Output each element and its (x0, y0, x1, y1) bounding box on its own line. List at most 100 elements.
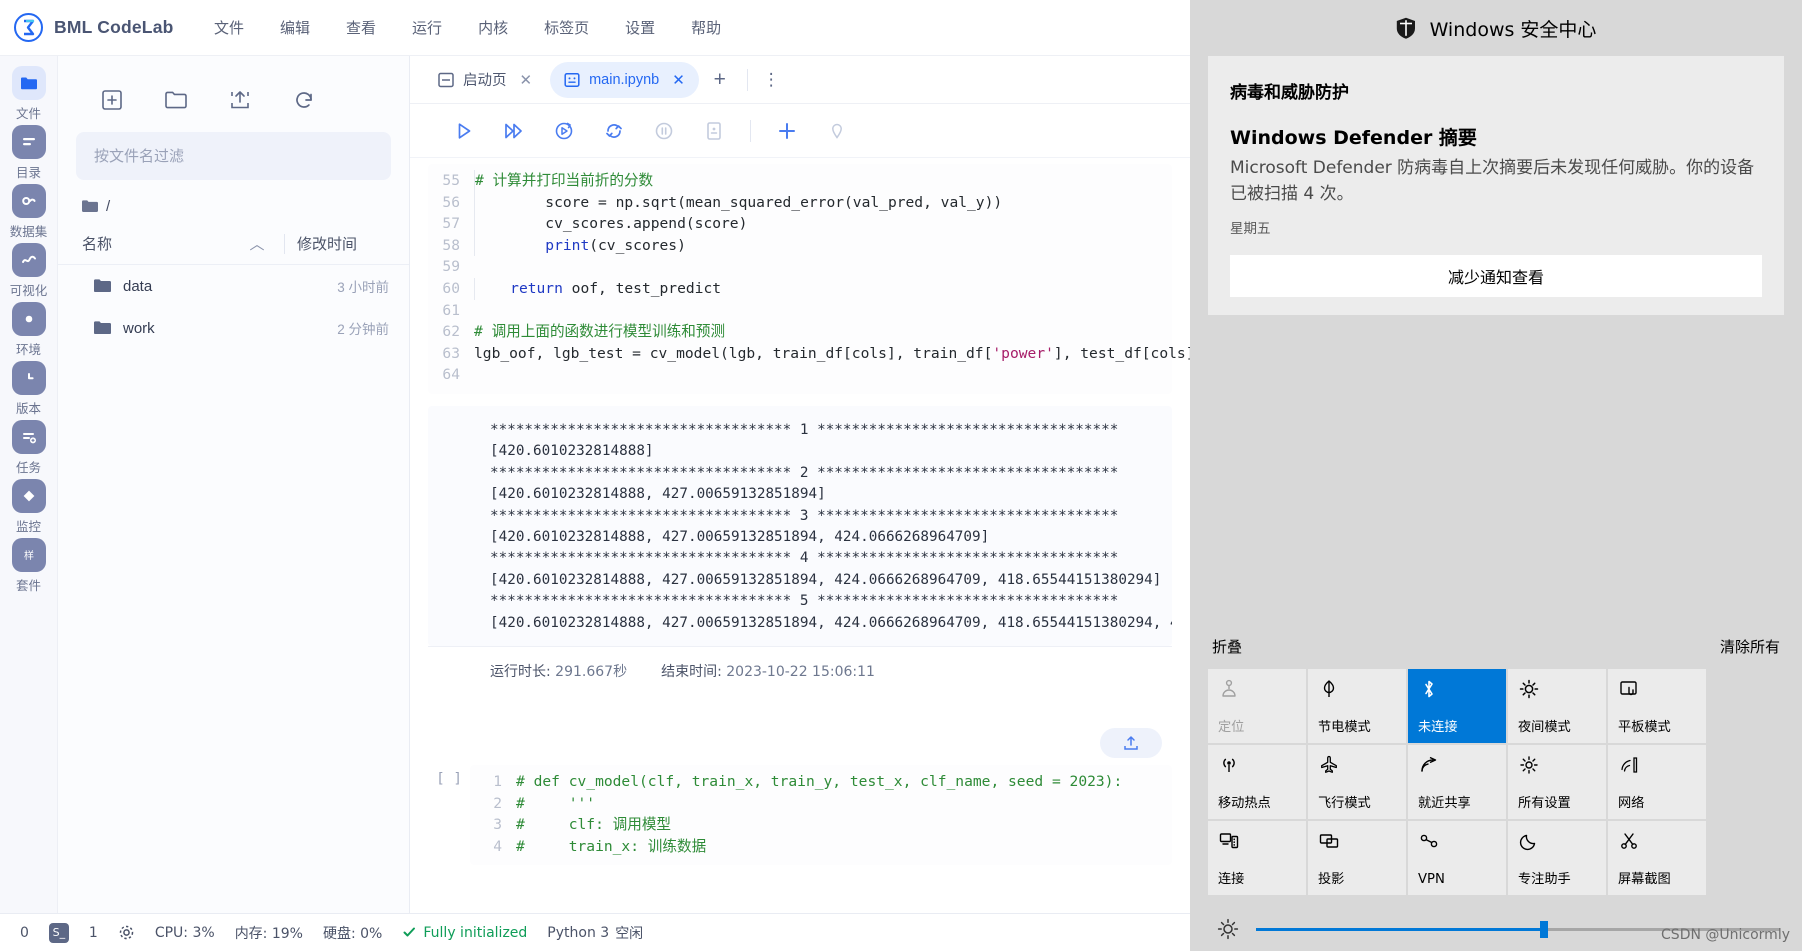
file-table-header: 名称 ︿ 修改时间 (58, 225, 409, 265)
sidebar-item-kit[interactable]: 样 套件 (0, 538, 57, 594)
new-tab-button[interactable]: + (703, 63, 737, 97)
toast-app-name: 病毒和威胁防护 (1230, 83, 1349, 103)
terminal-icon: S_ (48, 922, 69, 943)
cell-output: *********************************** 1 **… (428, 405, 1172, 646)
code-cell[interactable]: 55 # 计算并打印当前折的分数 56 score = np.sqrt(mean_… (428, 164, 1190, 394)
tile-mobile-hotspot[interactable]: 移动热点 (1208, 745, 1306, 819)
refresh-icon[interactable] (272, 80, 336, 120)
cell-export-button[interactable] (1100, 728, 1162, 758)
toast-action-button[interactable]: 减少通知查看 (1230, 255, 1762, 297)
tile-nearby-share-label: 就近共享 (1418, 796, 1471, 811)
tile-focus-assist[interactable]: 专注助手 (1508, 821, 1606, 895)
table-row[interactable]: data 3 小时前 (58, 265, 409, 307)
breadcrumb[interactable]: / (58, 180, 409, 225)
tile-battery-saver[interactable]: 节电模式 (1308, 669, 1406, 743)
gear-icon[interactable] (108, 924, 145, 941)
menu-edit[interactable]: 编辑 (262, 11, 328, 44)
code-line: 56 score = np.sqrt(mean_squared_error(va… (428, 191, 1172, 214)
tile-screen-snip[interactable]: 屏幕截图 (1608, 821, 1706, 895)
tab-more-button[interactable]: ⋮ (758, 63, 786, 97)
sidebar-item-toc[interactable]: 目录 (0, 125, 57, 181)
clear-all-link[interactable]: 清除所有 (1720, 636, 1780, 657)
sidebar-item-version[interactable]: 版本 (0, 361, 57, 417)
menu-view[interactable]: 查看 (328, 11, 394, 44)
sidebar-label-dataset: 数据集 (9, 224, 48, 239)
brightness-knob[interactable] (1540, 920, 1549, 938)
new-folder-icon[interactable] (144, 80, 208, 120)
folder-row-icon (94, 279, 111, 292)
status-memory: 内存: 19% (234, 925, 303, 942)
sidebar-item-files[interactable]: 文件 (0, 66, 57, 122)
tile-all-settings[interactable]: 所有设置 (1508, 745, 1606, 819)
hotspot-icon (1218, 754, 1296, 780)
toc-icon (11, 125, 46, 159)
code-cell-next[interactable]: [ ] 1 # def cv_model(clf, train_x, train_… (428, 721, 1172, 866)
tile-network[interactable]: 网络 (1608, 745, 1706, 819)
column-name[interactable]: 名称 (82, 233, 242, 254)
run-icon[interactable] (440, 111, 488, 151)
toast-time: 星期五 (1230, 221, 1271, 237)
sidebar-item-visualize[interactable]: 可视化 (0, 243, 57, 299)
toolbar-divider (750, 119, 751, 142)
tile-airplane-mode[interactable]: 飞行模式 (1308, 745, 1406, 819)
file-filter-box[interactable] (76, 132, 391, 180)
tablet-mode-icon (1618, 678, 1696, 704)
tab-main-label: main.ipynb (589, 71, 660, 88)
tab-main-close-icon[interactable]: ✕ (668, 71, 685, 89)
interrupt-icon[interactable] (640, 111, 688, 151)
code-editor[interactable]: 55 # 计算并打印当前折的分数 56 score = np.sqrt(mean_… (428, 164, 1190, 394)
sidebar-label-files: 文件 (15, 106, 41, 121)
status-terminal[interactable]: S_ (39, 922, 79, 943)
tab-main-ipynb[interactable]: main.ipynb ✕ (550, 61, 699, 98)
menu-kernel[interactable]: 内核 (460, 11, 526, 44)
new-file-icon[interactable] (80, 80, 144, 120)
menu-settings[interactable]: 设置 (607, 11, 673, 44)
sidebar-item-environment[interactable]: 环境 (0, 302, 57, 358)
launcher-icon (438, 72, 454, 87)
kit-icon: 样 (11, 538, 46, 572)
defender-toast[interactable]: 病毒和威胁防护 Windows Defender 摘要 Microsoft De… (1208, 56, 1784, 315)
stop-icon[interactable] (813, 111, 861, 151)
menu-run[interactable]: 运行 (394, 11, 460, 44)
tile-project[interactable]: 投影 (1308, 821, 1406, 895)
code-editor-next[interactable]: 1 # def cv_model(clf, train_x, train_y, t… (470, 765, 1172, 866)
sidebar-label-environment: 环境 (15, 342, 41, 357)
run-all-icon[interactable] (490, 111, 538, 151)
tab-launcher-close-icon[interactable]: ✕ (516, 71, 533, 89)
restart-icon[interactable] (590, 111, 638, 151)
sidebar-item-task[interactable]: 任务 (0, 420, 57, 476)
line-number: 57 (442, 215, 460, 233)
tile-tablet-mode[interactable]: 平板模式 (1608, 669, 1706, 743)
menu-help[interactable]: 帮助 (673, 11, 739, 44)
tile-location[interactable]: 定位 (1208, 669, 1306, 743)
save-icon[interactable] (690, 111, 738, 151)
airplane-icon (1318, 754, 1396, 780)
tile-bluetooth-label: 未连接 (1418, 720, 1458, 735)
restart-run-icon[interactable] (540, 111, 588, 151)
tile-vpn[interactable]: VPN (1408, 821, 1506, 895)
menu-tabs[interactable]: 标签页 (526, 11, 607, 44)
tab-launcher[interactable]: 启动页 ✕ (424, 62, 546, 98)
environment-icon (11, 302, 46, 336)
file-filter-input[interactable] (94, 147, 373, 165)
tile-bluetooth[interactable]: 未连接 (1408, 669, 1506, 743)
collapse-link[interactable]: 折叠 (1212, 636, 1242, 657)
add-cell-icon[interactable] (763, 111, 811, 151)
column-modified[interactable]: 修改时间 (297, 233, 389, 254)
upload-icon[interactable] (208, 80, 272, 120)
tile-nearby-share[interactable]: 就近共享 (1408, 745, 1506, 819)
tile-night-light[interactable]: 夜间模式 (1508, 669, 1606, 743)
code-line: 63 lgb_oof, lgb_test = cv_model(lgb, trai… (428, 343, 1190, 365)
chart-icon (11, 243, 46, 277)
sidebar-item-monitor[interactable]: 监控 (0, 479, 57, 535)
menu-file[interactable]: 文件 (196, 11, 262, 44)
task-icon (11, 420, 46, 454)
sidebar-item-dataset[interactable]: 数据集 (0, 184, 57, 240)
code-text: (cv_scores) (589, 236, 686, 254)
sort-asc-icon[interactable]: ︿ (242, 233, 272, 254)
table-row[interactable]: work 2 分钟前 (58, 307, 409, 349)
tile-connect[interactable]: 连接 (1208, 821, 1306, 895)
notebook-scroll[interactable]: 55 # 计算并打印当前折的分数 56 score = np.sqrt(mean_… (410, 158, 1190, 913)
quick-actions-header: 折叠 清除所有 (1190, 636, 1802, 669)
